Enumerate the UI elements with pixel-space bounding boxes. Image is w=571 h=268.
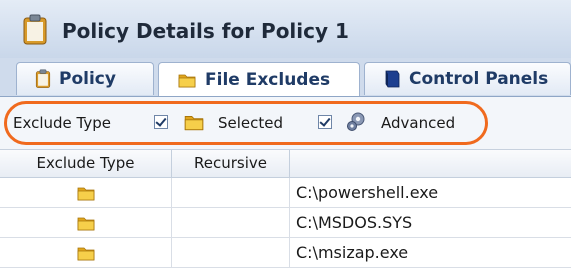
table-row[interactable]: C:\MSDOS.SYS	[0, 208, 571, 238]
recursive-cell	[172, 238, 290, 268]
recursive-cell	[172, 178, 290, 208]
exclude-type-cell	[0, 208, 172, 238]
exclude-type-toolbar: Exclude Type Selected Advanced	[0, 97, 571, 150]
tab-policy[interactable]: Policy	[16, 62, 154, 95]
window-title: Policy Details for Policy 1	[62, 19, 349, 43]
folder-icon	[76, 183, 96, 203]
table-header: Exclude Type Recursive	[0, 150, 571, 178]
column-header-exclude-type[interactable]: Exclude Type	[0, 150, 172, 177]
exclude-type-cell	[0, 238, 172, 268]
book-icon	[385, 70, 400, 88]
selected-checkbox[interactable]	[154, 115, 168, 129]
recursive-cell	[172, 208, 290, 238]
column-header-recursive[interactable]: Recursive	[172, 150, 290, 177]
folder-icon	[76, 243, 96, 263]
tab-label: Policy	[59, 69, 116, 89]
path-cell: C:\powershell.exe	[296, 183, 439, 202]
selected-label: Selected	[218, 114, 284, 132]
exclude-type-cell	[0, 178, 172, 208]
folder-icon	[177, 70, 197, 90]
tab-file-excludes[interactable]: File Excludes	[158, 62, 360, 96]
path-cell: C:\MSDOS.SYS	[296, 213, 413, 232]
column-header-path[interactable]	[290, 150, 571, 177]
tab-bar: Policy File Excludes Control Panels	[0, 58, 571, 97]
tab-label: Control Panels	[409, 69, 549, 89]
folder-icon	[76, 213, 96, 233]
window-title-bar: Policy Details for Policy 1	[0, 0, 571, 59]
clipboard-icon	[35, 69, 51, 89]
tab-label: File Excludes	[205, 69, 331, 90]
table-row[interactable]: C:\powershell.exe	[0, 178, 571, 208]
table-row[interactable]: C:\msizap.exe	[0, 238, 571, 268]
exclude-type-label: Exclude Type	[13, 114, 111, 132]
path-cell: C:\msizap.exe	[296, 243, 409, 262]
gear-icon	[347, 112, 365, 131]
clipboard-icon	[22, 14, 48, 46]
advanced-label: Advanced	[381, 114, 456, 132]
tab-control-panels[interactable]: Control Panels	[364, 62, 571, 95]
advanced-checkbox[interactable]	[318, 115, 332, 129]
folder-icon	[183, 111, 205, 133]
